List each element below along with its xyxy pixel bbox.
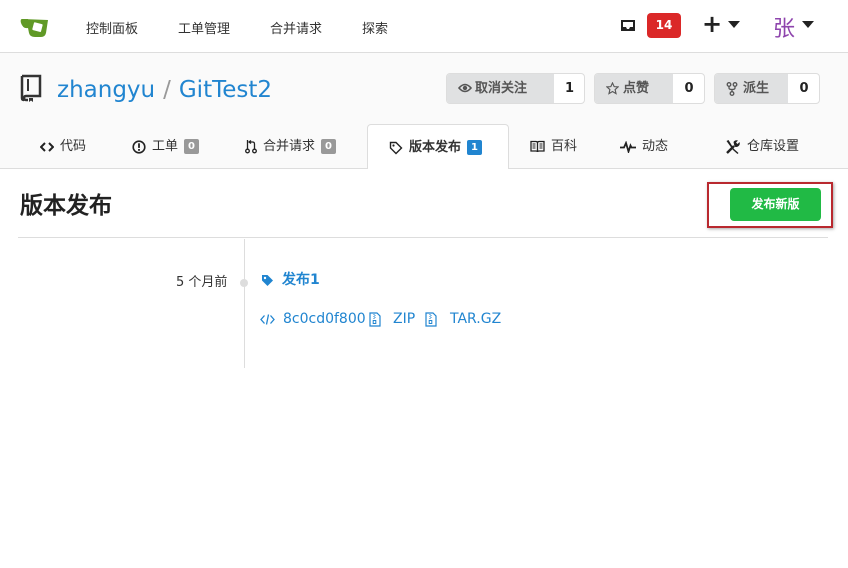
user-avatar[interactable]: 张 <box>773 11 795 43</box>
fork-label: 派生 <box>743 81 770 96</box>
tab-releases[interactable]: 版本发布 1 <box>367 124 509 169</box>
commit-sha-link[interactable]: 8c0cd0f800 <box>283 311 366 327</box>
release-item: 发布1 <box>261 269 320 289</box>
create-plus-icon[interactable]: + <box>702 10 722 38</box>
fork-button[interactable]: 派生 0 <box>714 73 820 104</box>
tab-settings-label: 仓库设置 <box>747 139 800 154</box>
file-zip-icon <box>369 311 381 327</box>
download-zip-link[interactable]: ZIP <box>369 311 415 327</box>
create-caret-icon[interactable] <box>728 21 740 28</box>
eye-icon <box>458 83 472 93</box>
repo-owner-link[interactable]: zhangyu <box>57 77 155 103</box>
timeline-dot <box>240 279 248 287</box>
tab-issues[interactable]: 工单 0 <box>132 124 200 169</box>
tab-pull-requests[interactable]: 合并请求 0 <box>245 124 337 169</box>
tab-releases-label: 版本发布 <box>409 140 462 155</box>
star-icon <box>606 82 619 95</box>
issue-icon <box>132 139 146 154</box>
pulse-icon <box>620 140 636 153</box>
inbox-icon[interactable] <box>620 18 636 33</box>
targz-label[interactable]: TAR.GZ <box>450 311 501 327</box>
star-label: 点赞 <box>623 81 650 96</box>
book-icon <box>530 140 545 153</box>
timeline-line <box>244 239 245 368</box>
release-title-link[interactable]: 发布1 <box>282 272 320 288</box>
tab-pull-requests-label: 合并请求 <box>263 139 316 154</box>
repo-book-icon <box>20 74 42 102</box>
top-navbar: 控制面板 工单管理 合并请求 探索 14 + 张 <box>0 0 848 53</box>
tab-code[interactable]: 代码 <box>40 124 86 169</box>
tools-icon <box>726 139 740 154</box>
code-icon <box>40 141 54 152</box>
new-release-button[interactable]: 发布新版 <box>730 188 821 221</box>
page-title: 版本发布 <box>20 193 112 219</box>
tab-wiki[interactable]: 百科 <box>530 124 577 169</box>
fork-count[interactable]: 0 <box>788 74 820 103</box>
nav-issues[interactable]: 工单管理 <box>178 18 230 37</box>
gitea-logo-icon[interactable] <box>20 14 50 38</box>
zip-label[interactable]: ZIP <box>393 311 415 327</box>
release-commit[interactable]: 8c0cd0f800 <box>260 311 366 327</box>
fork-icon <box>726 82 738 96</box>
watch-count[interactable]: 1 <box>554 74 585 103</box>
code-icon <box>260 313 275 325</box>
unwatch-label: 取消关注 <box>475 81 528 96</box>
releases-count-badge: 1 <box>467 140 483 155</box>
pull-requests-count-badge: 0 <box>321 139 337 154</box>
tag-icon <box>389 141 403 154</box>
tab-activity-label: 动态 <box>642 139 669 154</box>
star-button[interactable]: 点赞 0 <box>594 73 705 104</box>
notification-count-badge[interactable]: 14 <box>647 13 681 38</box>
nav-explore[interactable]: 探索 <box>362 18 388 37</box>
file-zip-icon <box>425 311 437 327</box>
tab-wiki-label: 百科 <box>551 139 578 154</box>
user-menu-caret-icon[interactable] <box>802 21 814 28</box>
nav-dashboard[interactable]: 控制面板 <box>86 18 138 37</box>
divider <box>18 237 828 238</box>
repo-title-separator: / <box>163 77 171 103</box>
tag-filled-icon <box>262 274 273 286</box>
tab-code-label: 代码 <box>60 139 87 154</box>
issues-count-badge: 0 <box>184 139 200 154</box>
nav-pull-requests[interactable]: 合并请求 <box>270 18 322 37</box>
repo-name-link[interactable]: GitTest2 <box>179 77 272 103</box>
unwatch-button[interactable]: 取消关注 1 <box>446 73 585 104</box>
tab-issues-label: 工单 <box>152 139 179 154</box>
release-time-ago: 5 个月前 <box>176 275 228 290</box>
tab-settings[interactable]: 仓库设置 <box>725 124 799 169</box>
repo-title: zhangyu / GitTest2 <box>57 77 272 103</box>
tab-activity[interactable]: 动态 <box>620 124 668 169</box>
star-count[interactable]: 0 <box>673 74 705 103</box>
download-targz-link[interactable]: TAR.GZ <box>425 311 501 327</box>
pull-request-icon <box>245 139 257 154</box>
